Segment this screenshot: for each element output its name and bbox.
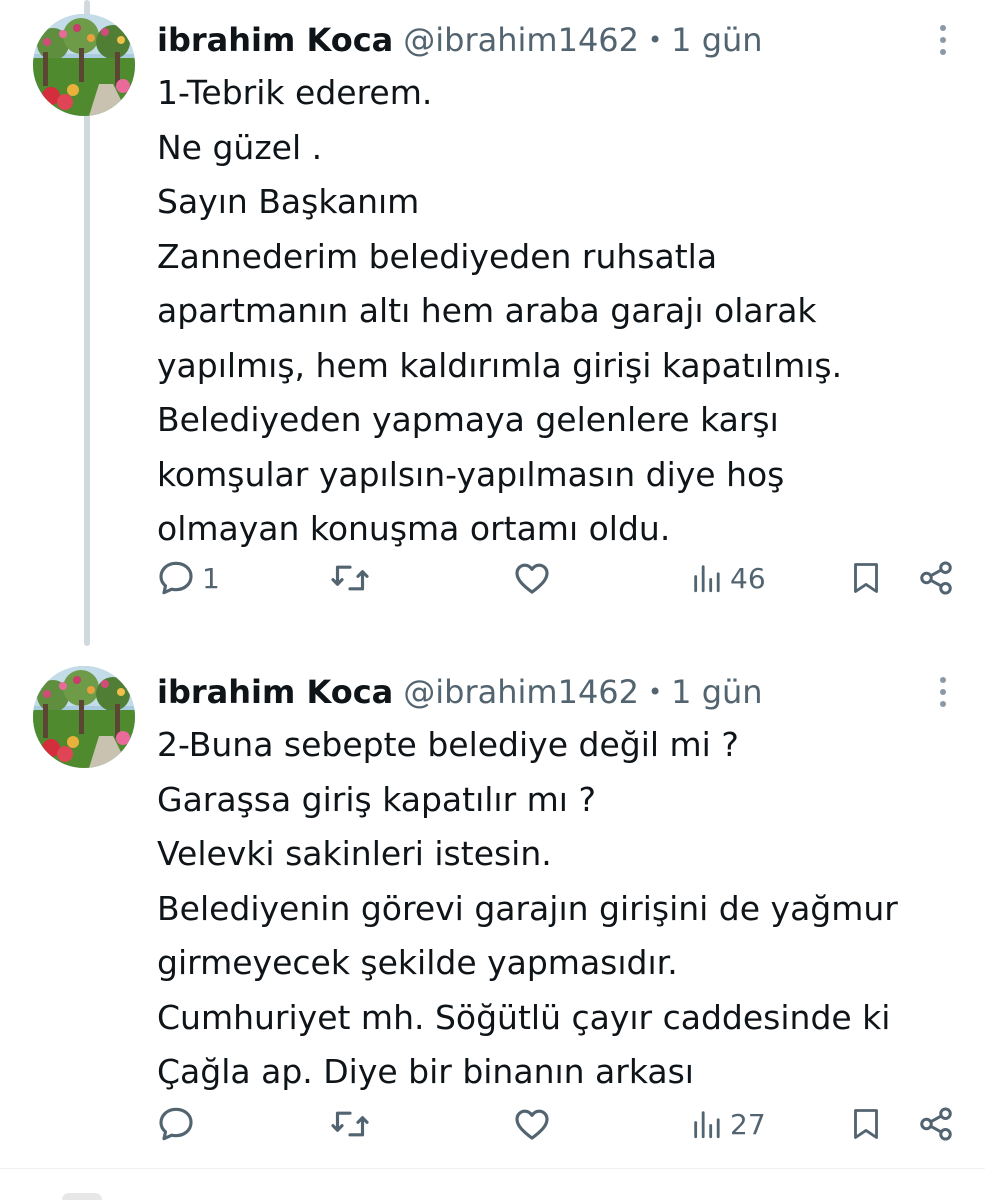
tweet-text-line: Cumhuriyet mh. Söğütlü çayır caddesinde …	[157, 997, 891, 1037]
tweet-text-line: Velevki sakinleri istesin.	[157, 834, 552, 873]
views-bar-chart-icon	[694, 1111, 720, 1139]
reply-count: 1	[202, 561, 220, 595]
bookmark-icon	[854, 563, 878, 593]
avatar[interactable]	[33, 666, 135, 768]
heart-icon	[515, 563, 549, 594]
tweet-text-line: Sayın Başkanım	[157, 182, 420, 221]
tweet-text: 1-Tebrik ederem. Ne güzel . Sayın Başkan…	[157, 66, 957, 557]
retweet-icon	[331, 1111, 369, 1137]
user-handle[interactable]: @ibrahim1462	[403, 18, 639, 62]
tweet-text-line: komşular yapılsın-yapılmasın diye hoş	[157, 454, 785, 494]
tweet-text-line: Belediyenin görevi garajın girişini de y…	[157, 888, 898, 928]
tweet-text-line: apartmanın altı hem araba garajı olarak	[157, 291, 817, 330]
divider	[0, 1168, 985, 1169]
views-count: 46	[730, 561, 766, 595]
retweet-icon	[331, 565, 369, 591]
tweet-actions: 1 46	[0, 548, 985, 608]
views-bar-chart-icon	[694, 565, 720, 593]
tweet-header: ibrahim Koca @ibrahim1462 • 1 gün	[157, 18, 763, 62]
display-name[interactable]: ibrahim Koca	[157, 670, 393, 714]
tweet-text-line: Zannederim belediyeden ruhsatla	[157, 236, 718, 276]
views-button[interactable]: 46	[690, 548, 766, 608]
next-avatar-peek	[62, 1193, 102, 1200]
reply-icon	[159, 1107, 193, 1141]
tweet-text-line: Belediyeden yapmaya gelenlere karşı	[157, 400, 779, 439]
separator-dot: •	[648, 26, 663, 54]
more-vertical-icon[interactable]	[929, 20, 957, 60]
share-icon	[920, 561, 952, 595]
timestamp[interactable]: 1 gün	[671, 670, 762, 714]
retweet-button[interactable]	[330, 1094, 376, 1154]
views-button[interactable]: 27	[690, 1094, 766, 1154]
display-name[interactable]: ibrahim Koca	[157, 18, 393, 62]
tweet[interactable]: ibrahim Koca @ibrahim1462 • 1 gün 2-Buna…	[0, 652, 985, 1168]
bookmark-button[interactable]	[848, 1094, 884, 1154]
tweet-text-line: Çağla ap. Diye bir binanın arkası	[157, 1052, 694, 1091]
user-handle[interactable]: @ibrahim1462	[403, 670, 639, 714]
share-button[interactable]	[917, 548, 955, 608]
heart-icon	[515, 1109, 549, 1140]
like-button[interactable]	[512, 548, 558, 608]
bookmark-icon	[854, 1109, 878, 1139]
share-icon	[920, 1107, 952, 1141]
reply-button[interactable]	[156, 1094, 202, 1154]
timestamp[interactable]: 1 gün	[671, 18, 762, 62]
bookmark-button[interactable]	[848, 548, 884, 608]
reply-button[interactable]: 1	[156, 548, 220, 608]
reply-icon	[159, 561, 193, 595]
tweet-text-line: yapılmış, hem kaldırımla girişi kapatılm…	[157, 345, 843, 385]
tweet-text-line: Ne güzel .	[157, 127, 323, 167]
separator-dot: •	[648, 678, 663, 706]
tweet-text-line: 1-Tebrik ederem.	[157, 73, 433, 112]
tweet-text-line: girmeyecek şekilde yapmasıdır.	[157, 943, 678, 982]
more-vertical-icon[interactable]	[929, 672, 957, 712]
views-count: 27	[730, 1107, 766, 1141]
tweet-text-line: Garaşsa giriş kapatılır mı ?	[157, 779, 596, 819]
tweet-actions: 27	[0, 1094, 985, 1154]
tweet-header: ibrahim Koca @ibrahim1462 • 1 gün	[157, 670, 763, 714]
tweet-text-line: 2-Buna sebepte belediye değil mi ?	[157, 725, 739, 764]
tweet-text: 2-Buna sebepte belediye değil mi ? Garaş…	[157, 718, 957, 1100]
tweet[interactable]: ibrahim Koca @ibrahim1462 • 1 gün 1-Tebr…	[0, 0, 985, 640]
like-button[interactable]	[512, 1094, 558, 1154]
retweet-button[interactable]	[330, 548, 376, 608]
avatar[interactable]	[33, 14, 135, 116]
share-button[interactable]	[917, 1094, 955, 1154]
